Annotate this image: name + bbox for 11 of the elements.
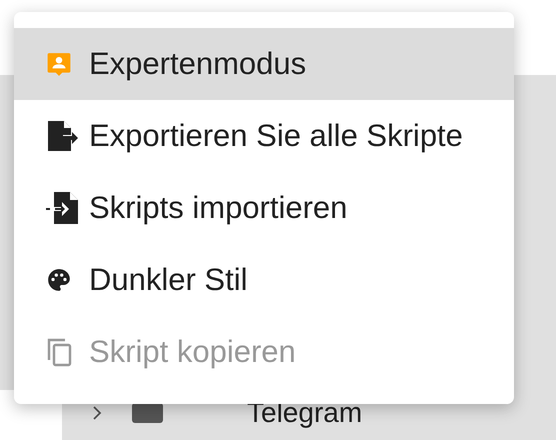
folder-icon — [132, 403, 163, 423]
palette-icon — [46, 267, 72, 293]
chevron-icon[interactable] — [92, 406, 102, 420]
person-badge-icon — [46, 50, 72, 78]
menu-item[interactable]: Dunkler Stil — [14, 244, 514, 316]
menu-item[interactable]: Skripts importieren — [14, 172, 514, 244]
file-export-icon — [46, 121, 78, 151]
menu-item[interactable]: Exportieren Sie alle Skripte — [14, 100, 514, 172]
copy-icon — [46, 337, 72, 367]
menu-item[interactable]: Expertenmodus — [14, 28, 514, 100]
file-import-icon — [46, 192, 78, 224]
